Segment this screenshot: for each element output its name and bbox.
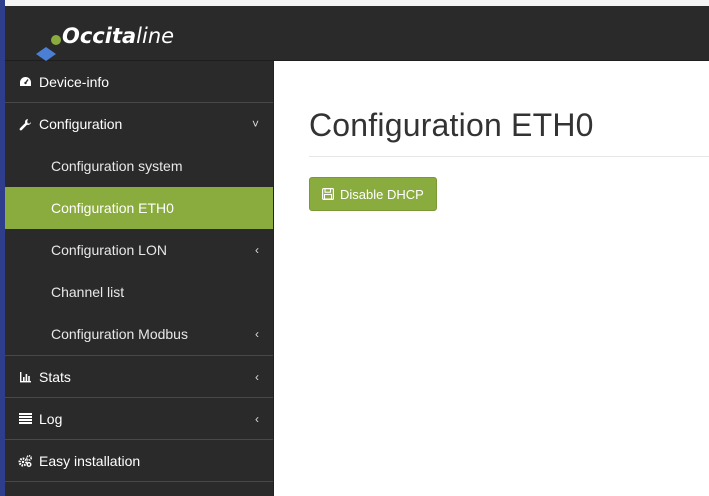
sidebar: Device-info Configuration ˅ Configuratio… (5, 61, 274, 496)
list-icon (17, 413, 33, 424)
chevron-down-icon: ˅ (251, 117, 259, 131)
sidebar-item-configuration[interactable]: Configuration ˅ (5, 103, 273, 145)
sidebar-item-label: Device-info (39, 73, 110, 90)
sidebar-item-label: Configuration Modbus (51, 326, 188, 342)
logo-mark-icon (36, 35, 61, 61)
sidebar-item-label: Configuration system (51, 158, 183, 174)
sidebar-group-configuration: Configuration ˅ Configuration system Con… (5, 103, 273, 356)
sidebar-item-configuration-modbus[interactable]: Configuration Modbus ‹ (5, 313, 273, 355)
logo[interactable]: Occitaline (34, 20, 194, 61)
cogs-icon (17, 454, 33, 467)
sidebar-item-label: Configuration ETH0 (51, 200, 174, 216)
sidebar-item-channel-list[interactable]: Channel list (5, 271, 273, 313)
sidebar-item-device-info[interactable]: Device-info (5, 61, 273, 103)
sidebar-item-stats[interactable]: Stats ‹ (5, 356, 273, 398)
floppy-disk-icon (322, 188, 334, 200)
logo-text: Occitaline (62, 24, 175, 48)
chevron-left-icon: ‹ (255, 411, 259, 426)
sidebar-item-configuration-system[interactable]: Configuration system (5, 145, 273, 187)
chevron-left-icon: ‹ (255, 369, 259, 384)
title-divider (309, 156, 709, 157)
sidebar-item-configuration-lon[interactable]: Configuration LON ‹ (5, 229, 273, 271)
sidebar-item-label: Log (39, 410, 63, 427)
chevron-left-icon: ‹ (255, 243, 259, 257)
wrench-icon (17, 118, 33, 131)
sidebar-item-label: Easy installation (39, 452, 141, 469)
sidebar-item-label: Channel list (51, 284, 125, 300)
bar-chart-icon (17, 371, 33, 383)
sidebar-item-label: Stats (39, 368, 71, 385)
sidebar-item-label: Configuration (39, 116, 123, 132)
page-title: Configuration ETH0 (309, 107, 594, 143)
disable-dhcp-button[interactable]: Disable DHCP (309, 177, 437, 211)
main-content: Configuration ETH0 Disable DHCP (275, 61, 709, 496)
sidebar-item-configuration-eth0[interactable]: Configuration ETH0 (5, 187, 273, 229)
app-frame: Occitaline Device-info Configuration ˅ C… (0, 0, 709, 496)
button-label: Disable DHCP (340, 186, 424, 202)
sidebar-item-log[interactable]: Log ‹ (5, 398, 273, 440)
sidebar-item-label: Configuration LON (51, 242, 167, 258)
dashboard-icon (17, 76, 33, 88)
chevron-left-icon: ‹ (255, 327, 259, 341)
top-bar: Occitaline (0, 6, 709, 61)
sidebar-item-easy-installation[interactable]: Easy installation (5, 440, 273, 482)
